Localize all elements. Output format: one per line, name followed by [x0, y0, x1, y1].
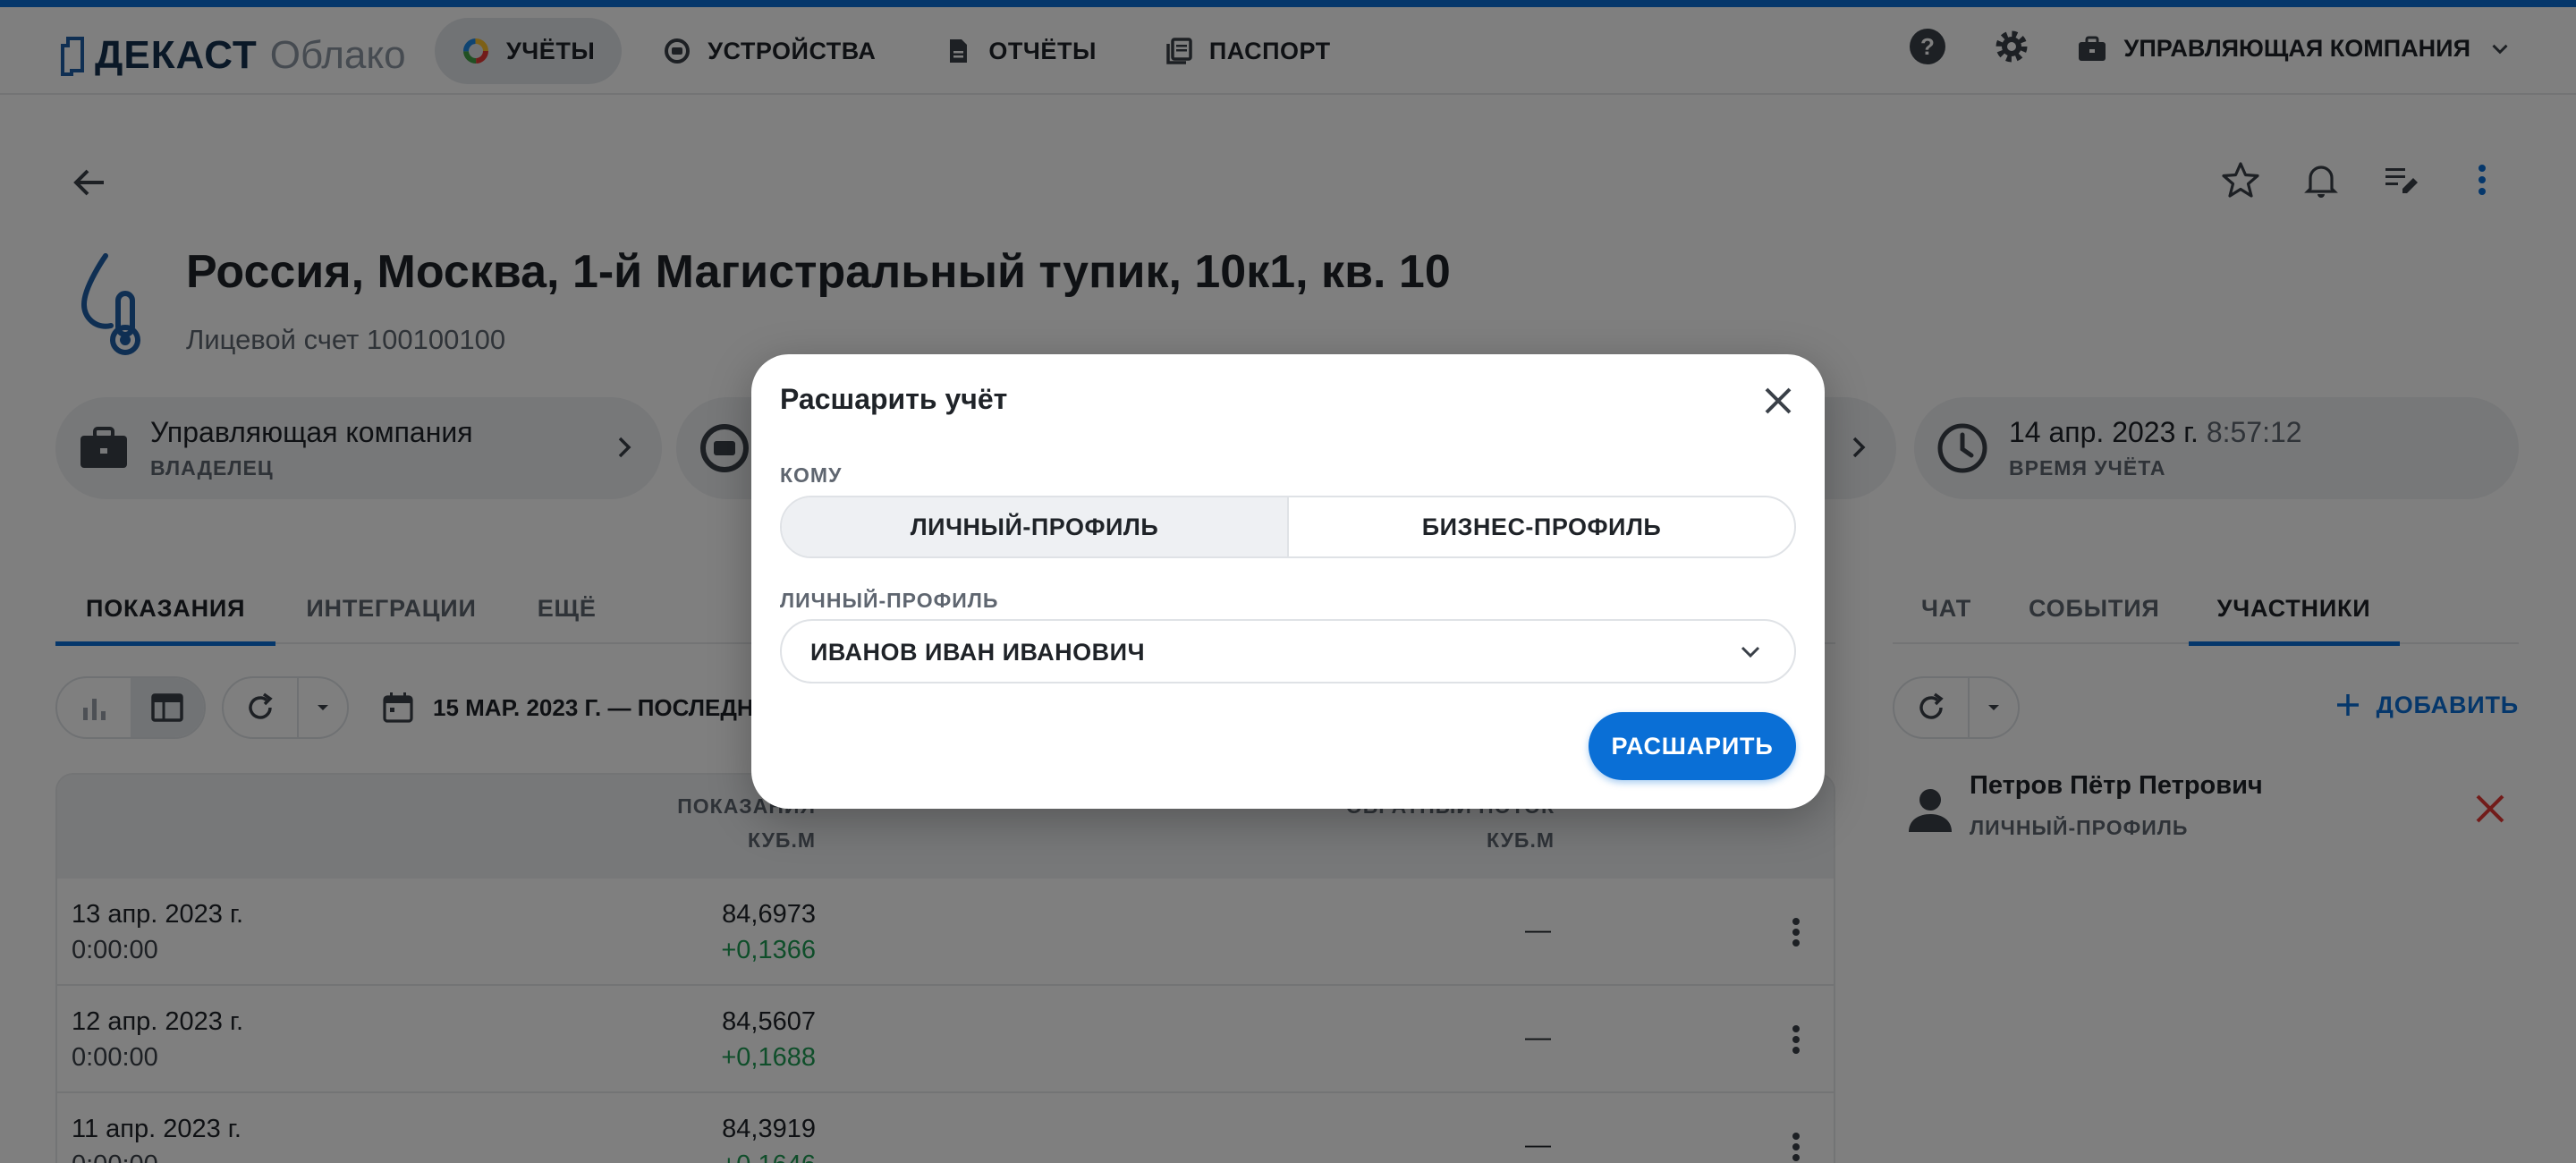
business-profile-option[interactable]: БИЗНЕС-ПРОФИЛЬ: [1289, 497, 1794, 556]
profile-select[interactable]: ИВАНОВ ИВАН ИВАНОВИЧ: [780, 619, 1796, 683]
recipient-label: КОМУ: [780, 463, 843, 487]
personal-profile-option[interactable]: ЛИЧНЫЙ-ПРОФИЛЬ: [782, 497, 1289, 556]
share-button[interactable]: РАСШАРИТЬ: [1589, 712, 1796, 780]
chevron-down-icon: [1741, 646, 1760, 658]
profile-type-toggle: ЛИЧНЫЙ-ПРОФИЛЬ БИЗНЕС-ПРОФИЛЬ: [780, 496, 1796, 558]
dialog-title: Расшарить учёт: [780, 383, 1008, 415]
close-icon[interactable]: [1758, 381, 1798, 420]
profile-select-value: ИВАНОВ ИВАН ИВАНОВИЧ: [810, 639, 1146, 666]
share-dialog: Расшарить учёт КОМУ ЛИЧНЫЙ-ПРОФИЛЬ БИЗНЕ…: [751, 354, 1825, 809]
profile-select-label: ЛИЧНЫЙ-ПРОФИЛЬ: [780, 589, 999, 612]
